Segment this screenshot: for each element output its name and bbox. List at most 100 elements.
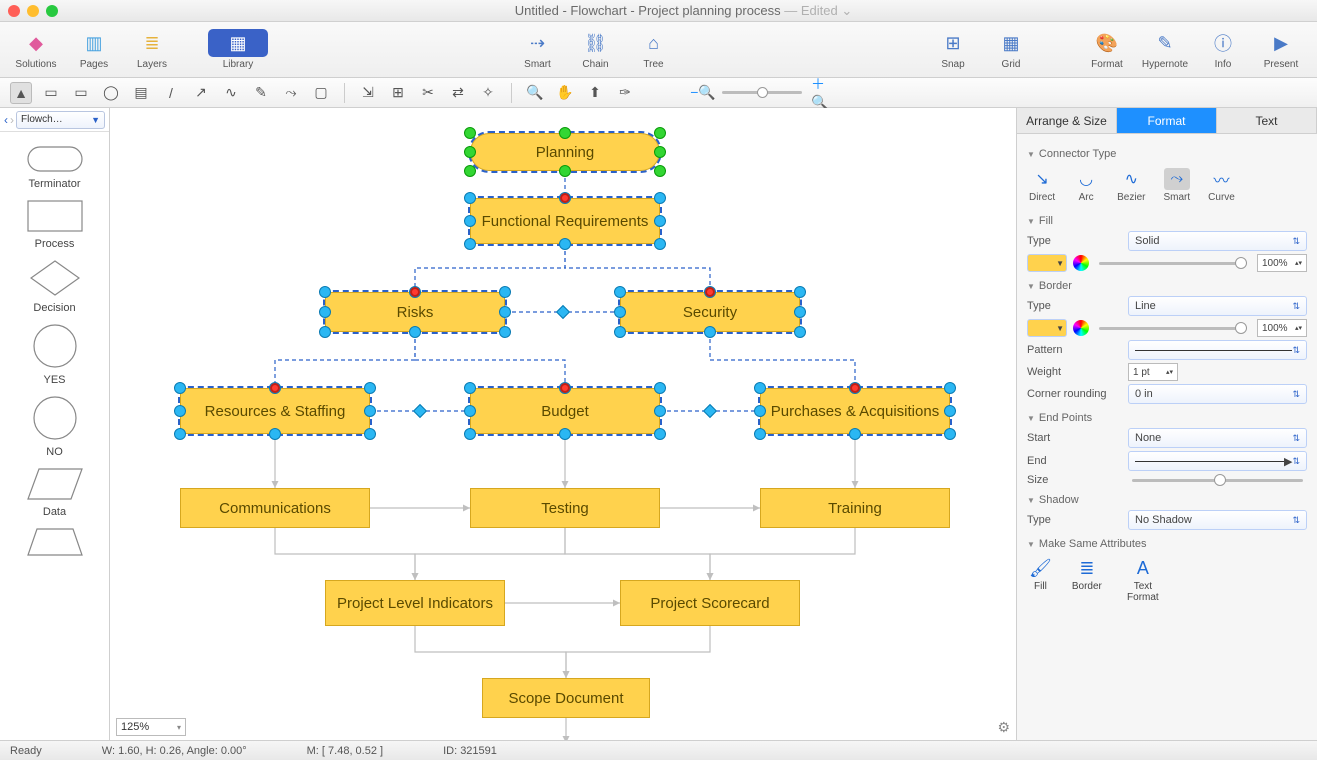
- toolbar-format[interactable]: 🎨Format: [1079, 29, 1135, 70]
- connector-direct[interactable]: ↘Direct: [1029, 168, 1055, 203]
- magnify-tool[interactable]: 🔍: [524, 82, 546, 104]
- fill-opacity-slider[interactable]: [1099, 262, 1247, 265]
- selection-handle[interactable]: [614, 326, 626, 338]
- node-comm[interactable]: Communications: [180, 488, 370, 528]
- node-testing[interactable]: Testing: [470, 488, 660, 528]
- border-type-select[interactable]: Line⇅: [1128, 296, 1307, 316]
- selection-handle[interactable]: [794, 306, 806, 318]
- toolbar-pages[interactable]: ▥Pages: [66, 29, 122, 70]
- selection-handle[interactable]: [944, 382, 956, 394]
- selection-handle[interactable]: [794, 326, 806, 338]
- arrow-tool[interactable]: ↗: [190, 82, 212, 104]
- selection-handle[interactable]: [409, 326, 421, 338]
- stamp-tool[interactable]: ⬆: [584, 82, 606, 104]
- pen-tool[interactable]: ✎: [250, 82, 272, 104]
- eyedropper-tool[interactable]: ✑: [614, 82, 636, 104]
- nav-forward[interactable]: ›: [10, 113, 14, 127]
- pan-tool[interactable]: ✋: [554, 82, 576, 104]
- selection-handle[interactable]: [614, 306, 626, 318]
- selection-handle[interactable]: [174, 405, 186, 417]
- shape-extra[interactable]: [27, 528, 83, 556]
- shape-tool[interactable]: ▢: [310, 82, 332, 104]
- pointer-tool[interactable]: ▲: [10, 82, 32, 104]
- connection-point[interactable]: [410, 287, 420, 297]
- selection-handle[interactable]: [654, 165, 666, 177]
- connection-point[interactable]: [850, 383, 860, 393]
- text-tool[interactable]: ▤: [130, 82, 152, 104]
- shape-no[interactable]: NO: [33, 396, 77, 458]
- selection-handle[interactable]: [654, 192, 666, 204]
- selection-handle[interactable]: [499, 326, 511, 338]
- endpoint-size-slider[interactable]: [1132, 479, 1303, 482]
- view-grid[interactable]: ▦Grid: [983, 29, 1039, 70]
- node-scorecard[interactable]: Project Scorecard: [620, 580, 800, 626]
- selection-handle[interactable]: [464, 428, 476, 440]
- selection-handle[interactable]: [174, 428, 186, 440]
- edit-a-tool[interactable]: ⇲: [357, 82, 379, 104]
- tab-format[interactable]: Format: [1117, 108, 1217, 133]
- make-same-border[interactable]: ≣Border: [1072, 558, 1102, 603]
- selection-handle[interactable]: [654, 146, 666, 158]
- selection-handle[interactable]: [754, 428, 766, 440]
- nav-back[interactable]: ‹: [4, 113, 8, 127]
- selection-handle[interactable]: [654, 405, 666, 417]
- selection-handle[interactable]: [614, 286, 626, 298]
- shape-data[interactable]: Data: [27, 468, 83, 518]
- library-button[interactable]: ▦ Library: [210, 29, 266, 70]
- toolbar-hypernote[interactable]: ✎Hypernote: [1137, 29, 1193, 70]
- zoom-slider[interactable]: [722, 91, 802, 94]
- selection-handle[interactable]: [499, 306, 511, 318]
- start-select[interactable]: None⇅: [1128, 428, 1307, 448]
- selection-handle[interactable]: [319, 286, 331, 298]
- selection-handle[interactable]: [464, 382, 476, 394]
- selection-handle[interactable]: [174, 382, 186, 394]
- connection-point[interactable]: [560, 383, 570, 393]
- selection-handle[interactable]: [559, 238, 571, 250]
- zoom-in-icon[interactable]: ＋🔍: [810, 82, 832, 104]
- selection-handle[interactable]: [364, 428, 376, 440]
- connector-smart[interactable]: ⤳Smart: [1163, 168, 1190, 203]
- selection-handle[interactable]: [559, 127, 571, 139]
- border-color-swatch[interactable]: ▼: [1027, 319, 1067, 337]
- edit-d-tool[interactable]: ⇄: [447, 82, 469, 104]
- connection-point[interactable]: [705, 287, 715, 297]
- canvas-area[interactable]: PlanningFunctional RequirementsRisksSecu…: [110, 108, 1017, 740]
- border-color-wheel[interactable]: [1073, 320, 1089, 336]
- fill-type-select[interactable]: Solid⇅: [1128, 231, 1307, 251]
- connection-point[interactable]: [560, 193, 570, 203]
- selection-handle[interactable]: [944, 405, 956, 417]
- layout-tree[interactable]: ⌂Tree: [626, 29, 682, 70]
- shadow-type-select[interactable]: No Shadow⇅: [1128, 510, 1307, 530]
- minimize-window[interactable]: [27, 5, 39, 17]
- toolbar-present[interactable]: ▶Present: [1253, 29, 1309, 70]
- make-same-fill[interactable]: 🖌Fill: [1029, 558, 1052, 603]
- shape-yes[interactable]: YES: [33, 324, 77, 386]
- selection-handle[interactable]: [559, 165, 571, 177]
- selection-handle[interactable]: [464, 127, 476, 139]
- toolbar-solutions[interactable]: ◆Solutions: [8, 29, 64, 70]
- selection-handle[interactable]: [269, 428, 281, 440]
- selection-handle[interactable]: [464, 238, 476, 250]
- shape-terminator[interactable]: Terminator: [27, 146, 83, 190]
- selection-handle[interactable]: [499, 286, 511, 298]
- border-opacity-slider[interactable]: [1099, 327, 1247, 330]
- selection-handle[interactable]: [559, 428, 571, 440]
- weight-value[interactable]: 1 pt▴▾: [1128, 363, 1178, 381]
- zoom-window[interactable]: [46, 5, 58, 17]
- layout-smart[interactable]: ⇢Smart: [510, 29, 566, 70]
- selection-handle[interactable]: [654, 428, 666, 440]
- title-edited[interactable]: — Edited ⌄: [781, 3, 853, 18]
- fill-color-swatch[interactable]: ▼: [1027, 254, 1067, 272]
- marquee-tool[interactable]: ▭: [40, 82, 62, 104]
- edit-b-tool[interactable]: ⊞: [387, 82, 409, 104]
- zoom-out-icon[interactable]: −🔍: [692, 82, 714, 104]
- selection-handle[interactable]: [944, 428, 956, 440]
- close-window[interactable]: [8, 5, 20, 17]
- selection-handle[interactable]: [319, 326, 331, 338]
- corner-select[interactable]: 0 in⇅: [1128, 384, 1307, 404]
- library-dropdown[interactable]: Flowch…▼: [16, 111, 105, 129]
- selection-handle[interactable]: [364, 382, 376, 394]
- connector-curve[interactable]: 〰Curve: [1208, 168, 1235, 203]
- selection-handle[interactable]: [654, 127, 666, 139]
- border-opacity-value[interactable]: 100%▴▾: [1257, 319, 1307, 337]
